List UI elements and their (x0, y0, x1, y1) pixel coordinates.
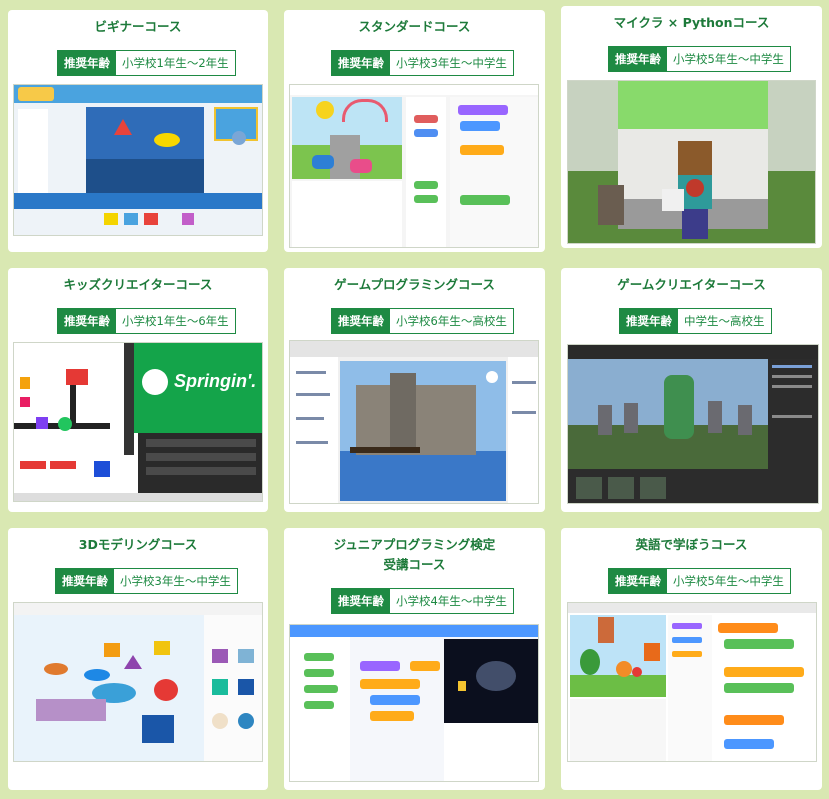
age-label: 推奨年齢 (56, 569, 114, 593)
minecraft-scene-screenshot (567, 80, 816, 244)
age-value: 小学校5年生～中学生 (667, 569, 790, 593)
tinkercad-screenshot (13, 602, 263, 762)
course-title: ゲームプログラミングコース (334, 277, 495, 292)
recommended-age: 推奨年齢 小学校3年生～中学生 (331, 50, 514, 76)
age-label: 推奨年齢 (332, 309, 390, 333)
recommended-age: 推奨年齢 小学校1年生～2年生 (57, 50, 236, 76)
course-title: マイクラ × Pythonコース (613, 15, 770, 30)
course-card-game-programming[interactable]: ゲームプログラミングコース 推奨年齢 小学校6年生～高校生 (284, 268, 545, 512)
course-title: 3Dモデリングコース (78, 537, 198, 552)
course-card-game-creator[interactable]: ゲームクリエイターコース 推奨年齢 中学生～高校生 (561, 268, 822, 512)
age-label: 推奨年齢 (620, 309, 678, 333)
course-title-line2: 受講コース (383, 557, 446, 572)
course-title-line1: ジュニアプログラミング検定 (333, 537, 496, 552)
course-card-english[interactable]: 英語で学ぼうコース 推奨年齢 小学校5年生～中学生 (561, 528, 822, 790)
course-card-beginner[interactable]: ビギナーコース 推奨年齢 小学校1年生～2年生 (8, 10, 268, 252)
course-title: キッズクリエイターコース (63, 277, 213, 292)
age-value: 中学生～高校生 (678, 309, 771, 333)
course-card-minecraft-python[interactable]: マイクラ × Pythonコース 推奨年齢 小学校5年生～中学生 (561, 6, 822, 248)
course-title: 英語で学ぼうコース (635, 537, 748, 552)
recommended-age: 推奨年齢 小学校4年生～中学生 (331, 588, 514, 614)
course-card-junior-programming-exam[interactable]: ジュニアプログラミング検定 受講コース 推奨年齢 小学校4年生～中学生 (284, 528, 545, 790)
course-card-3d-modeling[interactable]: 3Dモデリングコース 推奨年齢 小学校3年生～中学生 (8, 528, 268, 790)
course-grid-page: { "age_label": "推奨年齢", "courses": [ {"ti… (0, 0, 829, 799)
recommended-age: 推奨年齢 小学校5年生～中学生 (608, 568, 791, 594)
recommended-age: 推奨年齢 小学校1年生～6年生 (57, 308, 236, 334)
age-label: 推奨年齢 (332, 51, 390, 75)
recommended-age: 推奨年齢 中学生～高校生 (619, 308, 772, 334)
unreal-editor-screenshot (567, 344, 819, 504)
age-label: 推奨年齢 (58, 309, 116, 333)
age-value: 小学校4年生～中学生 (390, 589, 513, 613)
age-value: 小学校1年生～2年生 (116, 51, 235, 75)
scratch-english-project-screenshot (567, 602, 817, 762)
springin-app-screenshot: Springin'. (13, 342, 263, 502)
course-card-standard[interactable]: スタンダードコース 推奨年齢 小学校3年生～中学生 (284, 10, 545, 252)
age-value: 小学校5年生～中学生 (667, 47, 790, 71)
age-label: 推奨年齢 (609, 47, 667, 71)
age-label: 推奨年齢 (58, 51, 116, 75)
recommended-age: 推奨年齢 小学校5年生～中学生 (608, 46, 791, 72)
springin-logo-text: Springin'. (174, 371, 257, 391)
course-card-kids-creator[interactable]: キッズクリエイターコース 推奨年齢 小学校1年生～6年生 Springin'. (8, 268, 268, 512)
scratch-editor-screenshot (289, 84, 539, 248)
age-value: 小学校3年生～中学生 (114, 569, 237, 593)
scratch-space-project-screenshot (289, 624, 539, 782)
age-label: 推奨年齢 (609, 569, 667, 593)
course-title: ゲームクリエイターコース (617, 277, 766, 292)
age-label: 推奨年齢 (332, 589, 390, 613)
age-value: 小学校6年生～高校生 (390, 309, 513, 333)
age-value: 小学校3年生～中学生 (390, 51, 513, 75)
scratchjr-app-screenshot (13, 84, 263, 236)
age-value: 小学校1年生～6年生 (116, 309, 235, 333)
recommended-age: 推奨年齢 小学校3年生～中学生 (55, 568, 238, 594)
course-title: ビギナーコース (94, 19, 182, 34)
recommended-age: 推奨年齢 小学校6年生～高校生 (331, 308, 514, 334)
unity-editor-screenshot (289, 340, 539, 504)
course-title: スタンダードコース (358, 19, 471, 34)
